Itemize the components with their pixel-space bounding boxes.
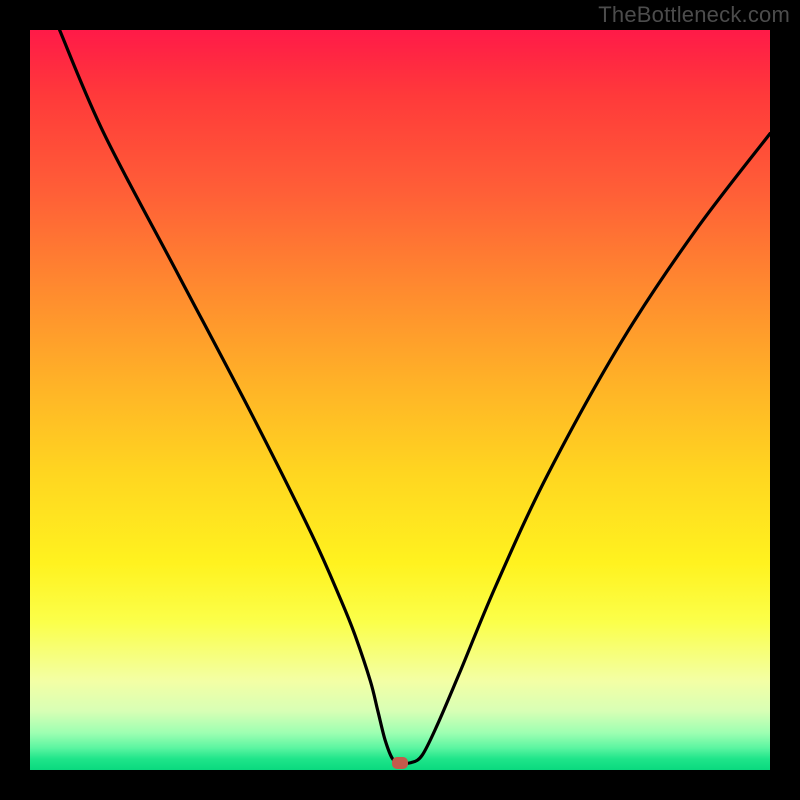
watermark-text: TheBottleneck.com [598, 2, 790, 28]
chart-frame: TheBottleneck.com [0, 0, 800, 800]
bottleneck-curve [30, 30, 770, 770]
plot-area [30, 30, 770, 770]
optimal-point-marker [392, 757, 408, 769]
